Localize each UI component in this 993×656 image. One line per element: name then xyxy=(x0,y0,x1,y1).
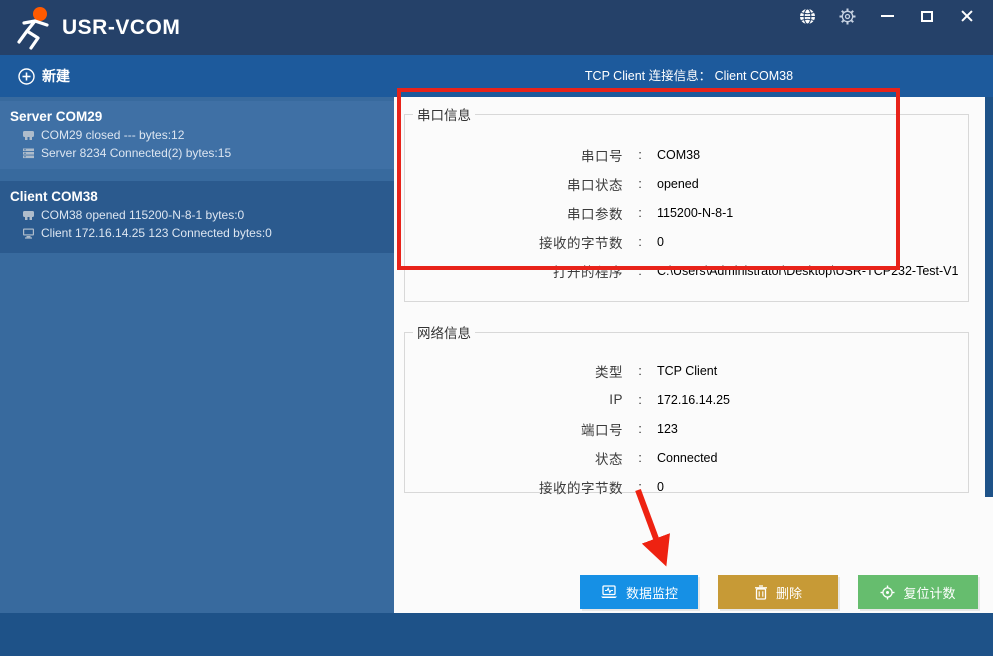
usr-logo-icon xyxy=(12,5,58,51)
close-icon xyxy=(960,9,974,23)
close-button[interactable] xyxy=(947,0,987,32)
scrollbar[interactable] xyxy=(985,97,993,497)
serial-state-value: opened xyxy=(657,177,699,191)
serial-info-group: 串口信息 串口号 : COM38 串口状态 : opened 串口参数 : 11… xyxy=(404,104,969,302)
list-item-line: Server 8234 Connected(2) bytes:15 xyxy=(0,144,394,162)
maximize-button[interactable] xyxy=(907,0,947,32)
gear-icon[interactable] xyxy=(827,0,867,32)
list-item-line: COM29 closed --- bytes:12 xyxy=(0,126,394,144)
title-bar: USR-VCOM xyxy=(0,0,993,55)
connection-info-text: TCP Client 连接信息： Client COM38 xyxy=(395,55,983,97)
serial-info-title: 串口信息 xyxy=(413,104,475,124)
list-item-line-text: COM38 opened 115200-N-8-1 bytes:0 xyxy=(41,208,244,222)
info-row: 状态 : Connected xyxy=(405,443,968,472)
reset-count-label: 复位计数 xyxy=(903,583,955,602)
serial-port-value: COM38 xyxy=(657,148,700,162)
app-title: USR-VCOM xyxy=(62,0,180,55)
info-row: 串口状态 : opened xyxy=(405,169,968,198)
info-row: 打开的程序 : C:\Users\Administrator\Desktop\U… xyxy=(405,256,968,285)
new-connection-button[interactable]: 新建 xyxy=(18,55,70,97)
net-bytes-value: 0 xyxy=(657,480,664,494)
serial-bytes-value: 0 xyxy=(657,235,664,249)
list-item-title: Server COM29 xyxy=(0,101,394,126)
delete-label: 删除 xyxy=(776,583,802,602)
list-item-line: COM38 opened 115200-N-8-1 bytes:0 xyxy=(0,206,394,224)
connection-list: Server COM29 COM29 closed --- bytes:12 S… xyxy=(0,97,394,613)
list-item-client-com38[interactable]: Client COM38 COM38 opened 115200-N-8-1 b… xyxy=(0,181,394,253)
network-info-title: 网络信息 xyxy=(413,322,475,342)
globe-icon[interactable] xyxy=(787,0,827,32)
reset-count-button[interactable]: 复位计数 xyxy=(858,575,978,609)
window-controls xyxy=(787,0,987,32)
info-row: 串口号 : COM38 xyxy=(405,140,968,169)
opened-program-value: C:\Users\Administrator\Desktop\USR-TCP23… xyxy=(657,264,958,278)
trash-icon xyxy=(754,585,768,600)
usr-vcom-window: USR-VCOM xyxy=(0,0,993,656)
status-bar xyxy=(0,613,993,656)
net-ip-value: 172.16.14.25 xyxy=(657,393,730,407)
maximize-icon xyxy=(921,11,933,22)
info-row: 串口参数 : 115200-N-8-1 xyxy=(405,198,968,227)
serial-port-icon xyxy=(22,210,35,221)
net-port-value: 123 xyxy=(657,422,678,436)
list-item-line-text: COM29 closed --- bytes:12 xyxy=(41,128,184,142)
action-buttons: 数据监控 删除 xyxy=(580,575,978,609)
info-row: 接收的字节数 : 0 xyxy=(405,227,968,256)
minimize-button[interactable] xyxy=(867,0,907,32)
list-item-title: Client COM38 xyxy=(0,181,394,206)
info-row: 端口号 : 123 xyxy=(405,414,968,443)
network-info-group: 网络信息 类型 : TCP Client IP : 172.16.14.25 端… xyxy=(404,322,969,493)
monitor-icon xyxy=(22,228,35,239)
info-row: 接收的字节数 : 0 xyxy=(405,472,968,501)
list-item-line: Client 172.16.14.25 123 Connected bytes:… xyxy=(0,224,394,242)
net-state-value: Connected xyxy=(657,451,717,465)
net-type-value: TCP Client xyxy=(657,364,717,378)
new-connection-label: 新建 xyxy=(42,66,70,86)
toolbar: 新建 TCP Client 连接信息： Client COM38 xyxy=(0,55,993,97)
server-icon xyxy=(22,148,35,159)
minimize-icon xyxy=(881,15,894,17)
serial-port-icon xyxy=(22,130,35,141)
list-item-line-text: Server 8234 Connected(2) bytes:15 xyxy=(41,146,231,160)
detail-panel: 串口信息 串口号 : COM38 串口状态 : opened 串口参数 : 11… xyxy=(394,97,993,613)
list-item-server-com29[interactable]: Server COM29 COM29 closed --- bytes:12 S… xyxy=(0,101,394,169)
info-row: 类型 : TCP Client xyxy=(405,356,968,385)
info-row: IP : 172.16.14.25 xyxy=(405,385,968,414)
target-icon xyxy=(880,585,895,600)
list-item-line-text: Client 172.16.14.25 123 Connected bytes:… xyxy=(41,226,272,240)
delete-button[interactable]: 删除 xyxy=(718,575,838,609)
serial-params-value: 115200-N-8-1 xyxy=(657,206,733,220)
laptop-wave-icon xyxy=(600,585,618,599)
data-monitor-label: 数据监控 xyxy=(626,583,678,602)
data-monitor-button[interactable]: 数据监控 xyxy=(580,575,698,609)
circle-plus-icon xyxy=(18,68,35,85)
